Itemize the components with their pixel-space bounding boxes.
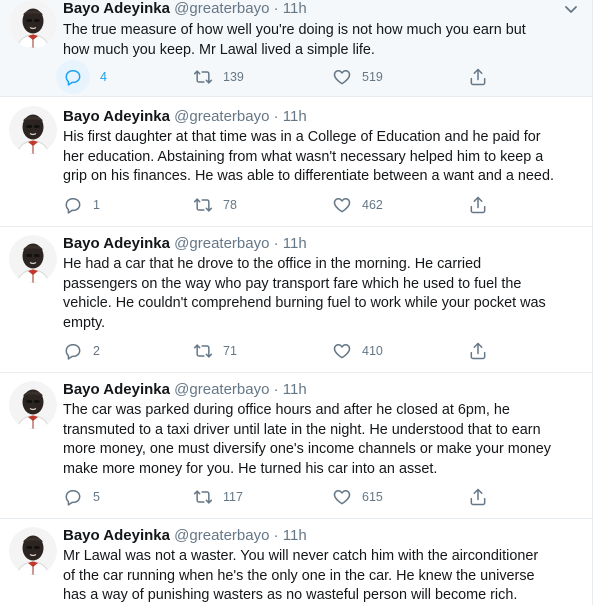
like-count: 519 [362, 70, 383, 84]
reply-count: 2 [93, 344, 100, 358]
tweet-text: He had a car that he drove to the office… [63, 256, 546, 331]
timestamp[interactable]: 11h [283, 381, 307, 398]
heart-icon[interactable] [332, 341, 352, 361]
reply-count: 5 [93, 490, 100, 504]
retweet-icon[interactable] [193, 195, 213, 215]
display-name[interactable]: Bayo Adeyinka [63, 527, 170, 544]
share-button[interactable] [468, 340, 488, 362]
timestamp[interactable]: 11h [283, 0, 307, 17]
tweet-actions: 4 139 519 [56, 60, 503, 94]
share-icon[interactable] [468, 341, 488, 361]
like-button[interactable]: 410 [332, 340, 383, 362]
reply-icon[interactable] [63, 487, 83, 507]
heart-icon[interactable] [332, 195, 352, 215]
retweet-button[interactable]: 139 [193, 66, 244, 88]
reply-button[interactable]: 1 [63, 194, 100, 216]
avatar[interactable] [9, 106, 57, 154]
separator: · [273, 0, 279, 17]
tweet-text: The true measure of how well you're doin… [63, 22, 526, 58]
avatar[interactable] [9, 0, 57, 48]
separator: · [273, 381, 279, 398]
share-button[interactable] [468, 66, 488, 88]
tweet-4[interactable]: Bayo Adeyinka @greaterbayo · 11h The car… [0, 373, 593, 519]
retweet-count: 139 [223, 70, 244, 84]
tweet-text: His first daughter at that time was in a… [63, 129, 554, 184]
share-icon[interactable] [468, 195, 488, 215]
tweet-3[interactable]: Bayo Adeyinka @greaterbayo · 11h He had … [0, 227, 593, 373]
share-icon[interactable] [468, 67, 488, 87]
tweet-header: Bayo Adeyinka @greaterbayo · 11h [63, 0, 307, 18]
handle[interactable]: @greaterbayo [174, 381, 269, 398]
like-count: 615 [362, 490, 383, 504]
separator: · [273, 527, 279, 544]
tweet-header: Bayo Adeyinka @greaterbayo · 11h [63, 527, 307, 545]
separator: · [273, 108, 279, 125]
like-button[interactable]: 615 [332, 486, 383, 508]
retweet-button[interactable]: 117 [193, 486, 243, 508]
tweet-2[interactable]: Bayo Adeyinka @greaterbayo · 11h His fir… [0, 97, 593, 227]
handle[interactable]: @greaterbayo [174, 108, 269, 125]
display-name[interactable]: Bayo Adeyinka [63, 235, 170, 252]
tweet-actions: 2 71 410 [63, 340, 503, 362]
like-count: 410 [362, 344, 383, 358]
retweet-count: 78 [223, 198, 237, 212]
handle[interactable]: @greaterbayo [174, 235, 269, 252]
retweet-count: 71 [223, 344, 237, 358]
like-count: 462 [362, 198, 383, 212]
share-button[interactable] [468, 194, 488, 216]
tweet-header: Bayo Adeyinka @greaterbayo · 11h [63, 108, 307, 126]
like-button[interactable]: 462 [332, 194, 383, 216]
reply-button[interactable]: 4 [56, 60, 107, 94]
retweet-icon[interactable] [193, 67, 213, 87]
avatar[interactable] [9, 235, 57, 283]
retweet-count: 117 [223, 490, 243, 504]
tweet-header: Bayo Adeyinka @greaterbayo · 11h [63, 381, 307, 399]
display-name[interactable]: Bayo Adeyinka [63, 0, 170, 17]
tweet-text: The car was parked during office hours a… [63, 402, 551, 477]
reply-button[interactable]: 5 [63, 486, 100, 508]
display-name[interactable]: Bayo Adeyinka [63, 108, 170, 125]
separator: · [273, 235, 279, 252]
reply-count: 4 [100, 70, 107, 84]
heart-icon[interactable] [332, 487, 352, 507]
tweet-header: Bayo Adeyinka @greaterbayo · 11h [63, 235, 307, 253]
reply-count: 1 [93, 198, 100, 212]
tweet-5[interactable]: Bayo Adeyinka @greaterbayo · 11h Mr Lawa… [0, 519, 593, 605]
heart-icon[interactable] [332, 67, 352, 87]
timestamp[interactable]: 11h [283, 108, 307, 125]
timestamp[interactable]: 11h [283, 527, 307, 544]
retweet-button[interactable]: 71 [193, 340, 237, 362]
handle[interactable]: @greaterbayo [174, 527, 269, 544]
share-button[interactable] [468, 486, 488, 508]
display-name[interactable]: Bayo Adeyinka [63, 381, 170, 398]
retweet-icon[interactable] [193, 487, 213, 507]
retweet-button[interactable]: 78 [193, 194, 237, 216]
avatar[interactable] [9, 527, 57, 575]
reply-icon[interactable] [63, 195, 83, 215]
handle[interactable]: @greaterbayo [174, 0, 269, 17]
tweet-actions: 5 117 615 [63, 486, 503, 508]
avatar[interactable] [9, 381, 57, 429]
chevron-down-icon[interactable] [562, 3, 580, 17]
share-icon[interactable] [468, 487, 488, 507]
tweet-actions: 1 78 462 [63, 194, 503, 216]
like-button[interactable]: 519 [332, 66, 383, 88]
timestamp[interactable]: 11h [283, 235, 307, 252]
tweet-text: Mr Lawal was not a waster. You will neve… [63, 548, 539, 603]
reply-icon[interactable] [63, 341, 83, 361]
reply-button[interactable]: 2 [63, 340, 100, 362]
reply-icon[interactable] [56, 60, 90, 94]
tweet-1[interactable]: Bayo Adeyinka @greaterbayo · 11h The tru… [0, 0, 593, 97]
retweet-icon[interactable] [193, 341, 213, 361]
